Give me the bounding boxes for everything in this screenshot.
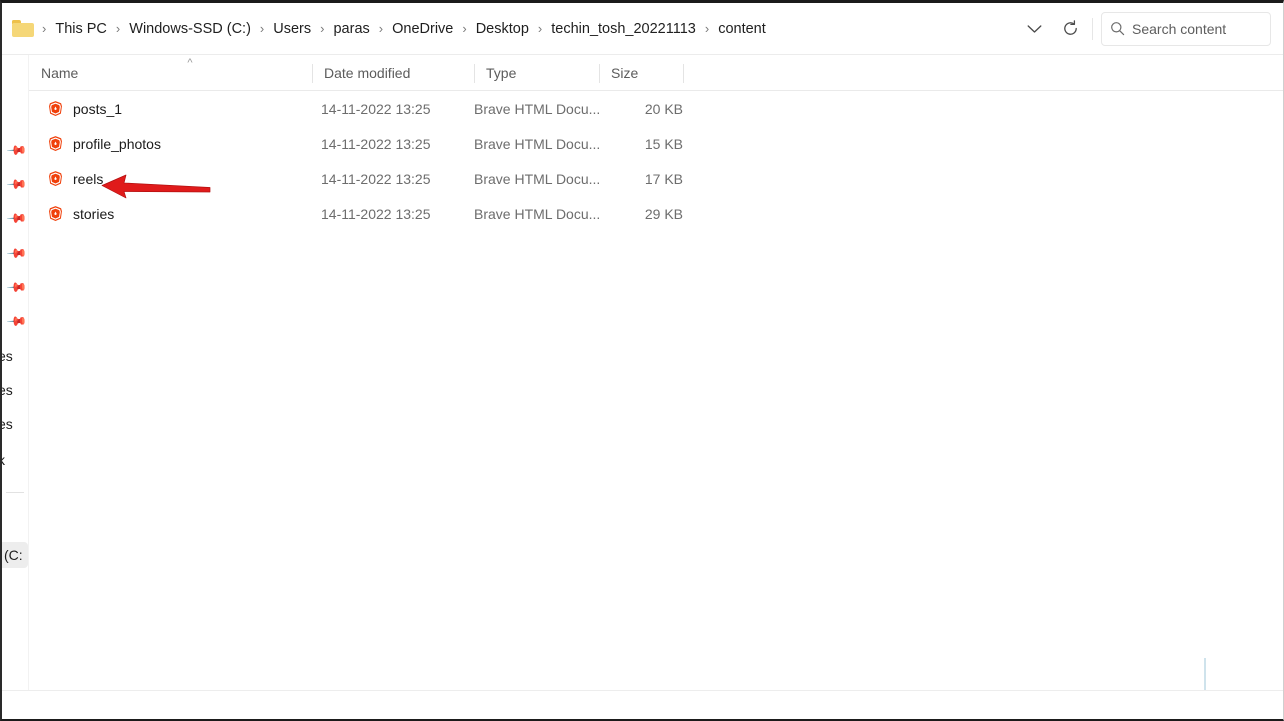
file-type-cell: Brave HTML Docu...: [474, 100, 601, 117]
nav-pin-item[interactable]: 📌: [2, 205, 28, 231]
file-size-cell: 20 KB: [644, 100, 683, 117]
refresh-icon: [1063, 20, 1077, 35]
brave-file-icon: [49, 171, 62, 187]
nav-item-label: es: [2, 416, 13, 432]
nav-pin-item[interactable]: 📌: [2, 274, 28, 300]
breadcrumb-separator: ›: [115, 21, 121, 36]
pin-icon: 📌: [6, 310, 29, 332]
sort-ascending-icon: ^: [187, 57, 193, 69]
file-name-cell: stories: [29, 205, 114, 222]
file-date-cell: 14-11-2022 13:25: [321, 170, 431, 187]
navigation-pane: 📌 📌 📌 📌 📌 📌 es es es k (C:: [2, 55, 29, 691]
brave-file-icon: [49, 206, 62, 222]
file-size-cell: 29 KB: [644, 205, 683, 222]
brave-file-icon: [49, 101, 62, 117]
pin-icon: 📌: [6, 173, 29, 195]
nav-item-label: k: [2, 452, 5, 468]
file-name-cell: profile_photos: [29, 135, 161, 152]
breadcrumb-item-windows-ssd[interactable]: Windows-SSD (C:): [126, 17, 254, 41]
breadcrumb-item-desktop[interactable]: Desktop: [473, 17, 532, 41]
table-row[interactable]: profile_photos 14-11-2022 13:25 Brave HT…: [29, 126, 1283, 161]
chevron-down-icon: [1027, 24, 1041, 33]
column-header-label: Date modified: [324, 65, 411, 81]
breadcrumb-separator: ›: [320, 21, 325, 36]
file-type-cell: Brave HTML Docu...: [474, 170, 601, 187]
breadcrumb-separator: ›: [378, 21, 384, 36]
nav-item-clipped[interactable]: es: [2, 343, 28, 369]
nav-pin-item[interactable]: 📌: [2, 308, 28, 334]
column-header-label: Name: [41, 65, 79, 81]
breadcrumb-separator: ›: [704, 21, 710, 36]
column-divider[interactable]: [683, 64, 684, 83]
file-name-cell: posts_1: [29, 100, 122, 117]
column-header-size[interactable]: Size: [599, 56, 683, 90]
file-size-cell: 15 KB: [644, 135, 683, 152]
history-dropdown-button[interactable]: [1016, 12, 1052, 46]
breadcrumb-item-techin-tosh[interactable]: techin_tosh_20221113: [548, 17, 699, 41]
folder-icon: [12, 20, 34, 37]
breadcrumb-item-content[interactable]: content: [715, 17, 769, 41]
file-name-label: reels: [73, 170, 104, 187]
search-icon: [1102, 21, 1132, 36]
column-header-label: Size: [611, 65, 639, 81]
table-row[interactable]: stories 14-11-2022 13:25 Brave HTML Docu…: [29, 196, 1283, 231]
breadcrumb-item-paras[interactable]: paras: [330, 17, 372, 41]
status-bar: [2, 690, 1283, 719]
pin-icon: 📌: [6, 242, 29, 264]
nav-item-windows-ssd-selected[interactable]: (C:: [2, 542, 28, 568]
breadcrumb-separator: ›: [462, 21, 467, 36]
nav-item-label: es: [2, 382, 13, 398]
column-header-name[interactable]: Name: [29, 56, 312, 90]
nav-pane-divider: [6, 492, 24, 493]
breadcrumb-separator: ›: [42, 21, 47, 36]
pin-icon: 📌: [6, 207, 29, 229]
brave-file-icon: [49, 136, 62, 152]
file-name-cell: reels: [29, 170, 103, 187]
breadcrumb-separator: ›: [537, 21, 543, 36]
file-explorer-window: › This PC › Windows-SSD (C:) › Users › p…: [0, 0, 1284, 721]
column-header-type[interactable]: Type: [474, 56, 599, 90]
address-bar: › This PC › Windows-SSD (C:) › Users › p…: [2, 3, 1283, 55]
column-header-date-modified[interactable]: Date modified: [312, 56, 474, 90]
nav-item-label: (C:: [4, 547, 23, 563]
file-date-cell: 14-11-2022 13:25: [321, 135, 431, 152]
nav-pin-item[interactable]: 📌: [2, 171, 28, 197]
file-list: posts_1 14-11-2022 13:25 Brave HTML Docu…: [29, 91, 1283, 691]
breadcrumb-item-this-pc[interactable]: This PC: [52, 17, 110, 41]
column-header-label: Type: [486, 65, 517, 81]
breadcrumb-item-onedrive[interactable]: OneDrive: [389, 17, 456, 41]
file-name-label: posts_1: [73, 100, 123, 117]
file-date-cell: 14-11-2022 13:25: [321, 205, 431, 222]
file-date-cell: 14-11-2022 13:25: [321, 100, 431, 117]
pin-icon: 📌: [6, 276, 29, 298]
file-name-label: stories: [73, 205, 115, 222]
nav-pin-item[interactable]: 📌: [2, 240, 28, 266]
breadcrumb-item-users[interactable]: Users: [270, 17, 314, 41]
search-placeholder-text: Search content: [1132, 20, 1227, 37]
table-row[interactable]: posts_1 14-11-2022 13:25 Brave HTML Docu…: [29, 91, 1283, 126]
search-input[interactable]: Search content: [1101, 11, 1271, 46]
nav-item-label: es: [2, 348, 13, 364]
nav-item-clipped[interactable]: k: [2, 447, 28, 473]
file-size-cell: 17 KB: [644, 170, 683, 187]
breadcrumb-separator: ›: [259, 21, 265, 36]
pin-icon: 📌: [6, 139, 29, 161]
file-name-label: profile_photos: [73, 135, 161, 152]
nav-item-clipped[interactable]: es: [2, 377, 28, 403]
table-row[interactable]: reels 14-11-2022 13:25 Brave HTML Docu..…: [29, 161, 1283, 196]
file-type-cell: Brave HTML Docu...: [474, 135, 601, 152]
refresh-button[interactable]: [1052, 12, 1088, 46]
column-header-row: Name ^ Date modified Type Size: [29, 56, 1283, 91]
address-bar-divider: [1092, 17, 1093, 40]
nav-pin-item[interactable]: 📌: [2, 137, 28, 163]
file-type-cell: Brave HTML Docu...: [474, 205, 601, 222]
nav-item-clipped[interactable]: es: [2, 411, 28, 437]
